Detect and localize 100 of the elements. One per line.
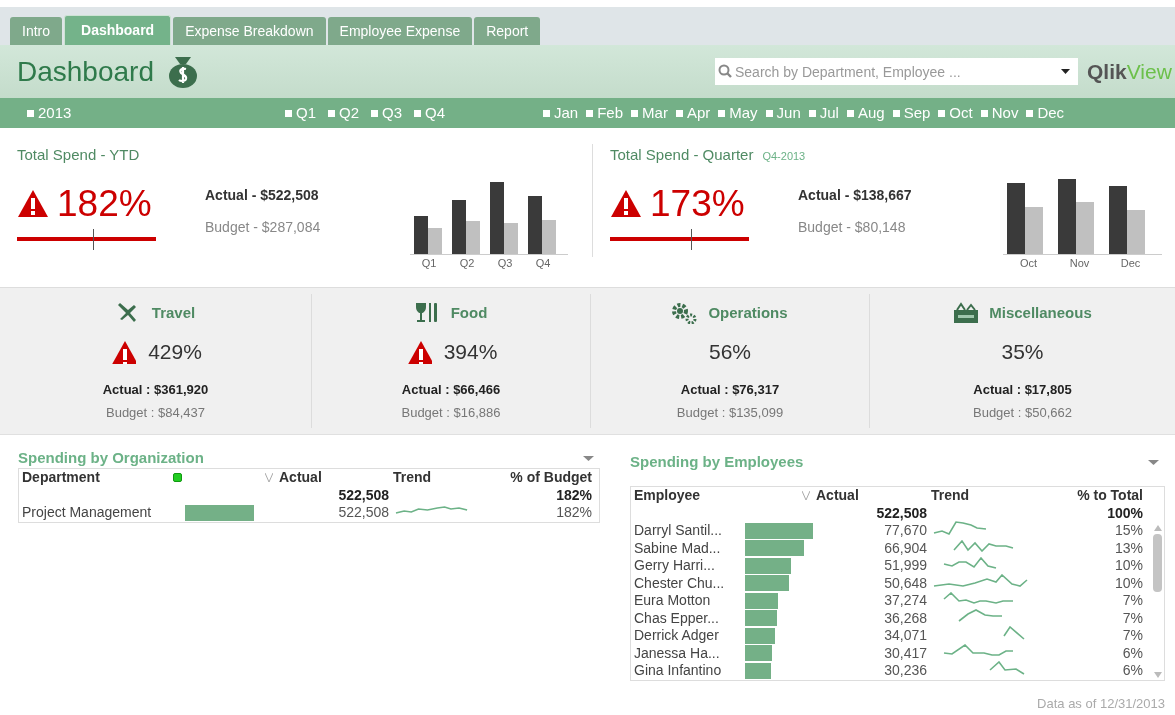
tab[interactable]: Intro: [10, 17, 62, 45]
filter-checkbox[interactable]: Apr: [675, 101, 711, 125]
filter-checkbox[interactable]: Jun: [765, 101, 801, 125]
budget-amount: Budget : $16,886: [401, 403, 501, 422]
data-bar: [745, 662, 772, 679]
table-cell-text: 6%: [1121, 644, 1144, 662]
sparkline-drawing: [1003, 625, 1025, 640]
sparkline-drawing: [943, 644, 1014, 657]
column-header[interactable]: Employee: [634, 487, 745, 505]
filter-checkbox[interactable]: Oct: [938, 101, 973, 125]
scroll-down-icon: [1153, 671, 1162, 678]
filter-checkbox[interactable]: Q1: [285, 101, 316, 125]
filter-checkbox[interactable]: 2013: [27, 101, 72, 125]
column-header[interactable]: % to Total: [1037, 487, 1145, 505]
filter-checkbox[interactable]: Q3: [371, 101, 403, 125]
kpi-title: Total Spend - YTD: [17, 145, 140, 165]
filter-checkbox[interactable]: Nov: [980, 101, 1019, 125]
panel-title: Spending by Employees: [630, 451, 804, 472]
filter-checkbox[interactable]: Feb: [586, 101, 624, 125]
table-cell-text: 77,670: [883, 522, 927, 540]
table-cell-text: Janessa Ha...: [634, 644, 721, 662]
category-percent: 35%: [1001, 339, 1044, 366]
kpi-title: Total Spend - Quarter: [610, 145, 754, 165]
table-cell-text: 6%: [1121, 662, 1144, 680]
table-cell-text: Project Management: [22, 504, 153, 522]
filter-checkbox[interactable]: Aug: [846, 101, 885, 125]
table-cell-text: 7%: [1121, 627, 1144, 645]
category-percent: 394%: [443, 339, 498, 366]
actual-amount: Actual - $522,508: [205, 185, 320, 205]
category-title: Food: [450, 302, 488, 323]
chart-label: Q4: [534, 255, 552, 271]
sparkline-drawing: [943, 556, 997, 569]
tab[interactable]: Report: [474, 17, 541, 45]
table-cell-text: 7%: [1121, 609, 1144, 627]
dropdown-caret-icon: [1061, 69, 1070, 74]
category-percent: 56%: [709, 339, 751, 366]
filter-checkbox[interactable]: Q4: [414, 101, 446, 125]
scrollbar-thumb[interactable]: [1153, 534, 1162, 592]
actual-amount: Actual : $66,466: [401, 381, 501, 399]
table-cell-text: 30,417: [883, 644, 927, 662]
table-cell-text: 7%: [1121, 592, 1144, 610]
sparkline-drawing: [958, 608, 1003, 622]
budget-bar: [1076, 201, 1094, 254]
scroll-up-icon: [1153, 525, 1162, 531]
chart-label: Q3: [496, 255, 514, 271]
warning-icon: [109, 340, 137, 364]
status-indicator: [173, 473, 182, 483]
tab[interactable]: Dashboard: [64, 15, 172, 45]
filter-checkbox[interactable]: May: [718, 101, 758, 125]
filter-checkbox[interactable]: Mar: [631, 101, 668, 125]
table-cell-text: 66,904: [883, 539, 927, 557]
sparkline-drawing: [933, 521, 987, 536]
column-header[interactable]: Trend: [389, 469, 489, 487]
table-cell-text: Gina Infantino: [634, 662, 723, 680]
gears-icon: [672, 302, 699, 324]
sparkline-drawing: [943, 591, 1014, 604]
column-header[interactable]: % of Budget: [489, 469, 594, 487]
table-cell-text: 36,268: [883, 609, 927, 627]
budget-bar: [542, 219, 556, 254]
budget-amount: Budget : $50,662: [973, 403, 1072, 422]
chart-label: Nov: [1068, 255, 1091, 271]
warning-icon: [17, 189, 49, 218]
filter-checkbox[interactable]: Sep: [892, 101, 931, 125]
qlikview-logo: QlikView: [1087, 58, 1173, 85]
data-bar: [745, 540, 804, 557]
data-bar: [745, 557, 791, 574]
filter-checkbox[interactable]: Jan: [543, 101, 579, 125]
column-header[interactable]: Actual: [816, 487, 927, 505]
table-cell-text: 50,648: [883, 574, 927, 592]
tab[interactable]: Expense Breakdown: [173, 17, 326, 45]
search-field[interactable]: Search by Department, Employee ...: [715, 58, 1078, 85]
tab[interactable]: Employee Expense: [327, 17, 473, 45]
total-value: 182%: [555, 486, 593, 504]
table-cell-text: Chas Epper...: [634, 609, 720, 627]
actual-amount: Actual : $361,920: [102, 381, 209, 399]
filter-checkbox[interactable]: Jul: [808, 101, 839, 125]
actual-bar: [452, 199, 466, 254]
budget-bar: [466, 220, 480, 254]
chart-label: Q1: [420, 255, 438, 271]
budget-bar: [1127, 209, 1145, 254]
table-cell-text: Darryl Santil...: [634, 522, 723, 540]
column-header[interactable]: Actual: [279, 469, 389, 487]
table-cell-text: Sabine Mad...: [634, 539, 722, 557]
actual-bar: [1007, 182, 1025, 254]
actual-bar: [414, 215, 428, 254]
table-cell-text: 10%: [1113, 557, 1144, 575]
total-value: 522,508: [875, 504, 927, 522]
column-header[interactable]: Department: [22, 469, 185, 487]
data-bar: [745, 592, 778, 609]
misc-box-icon: [953, 302, 980, 324]
data-date-note: Data as of 12/31/2013: [1036, 694, 1166, 713]
column-header[interactable]: Trend: [927, 487, 1037, 505]
filter-checkbox[interactable]: Q2: [328, 101, 360, 125]
search-icon: [718, 64, 732, 78]
dropdown-caret-icon: [583, 455, 594, 461]
budget-bar: [428, 227, 442, 254]
filter-checkbox[interactable]: Dec: [1026, 101, 1065, 125]
category-percent: 429%: [148, 339, 202, 366]
actual-amount: Actual : $17,805: [973, 381, 1072, 399]
data-bar: [745, 627, 775, 644]
